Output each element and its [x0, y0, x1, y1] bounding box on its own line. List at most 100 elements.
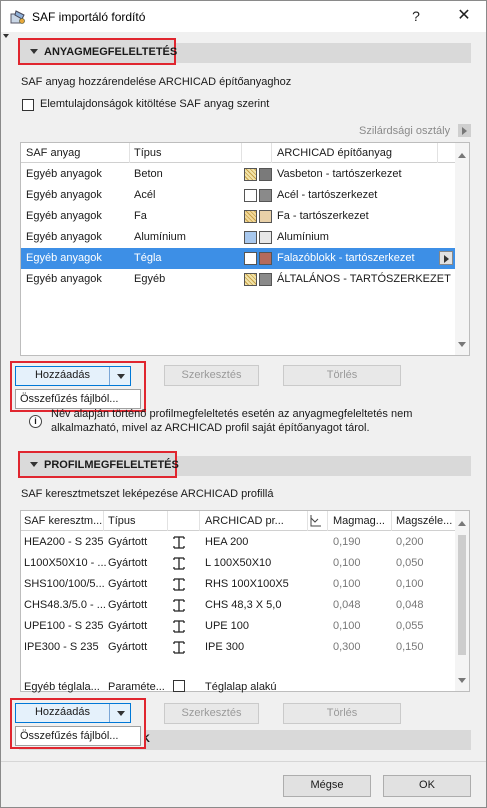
help-button[interactable]: ?: [405, 5, 427, 27]
table-row[interactable]: CHS48.3/5.0 - ... Gyártott CHS 48,3 X 5,0 0…: [21, 595, 455, 616]
material-color-swatch: [259, 189, 272, 202]
archicad-profile-cell: CHS 48,3 X 5,0: [205, 599, 282, 611]
strength-class-arrow-icon[interactable]: [458, 124, 471, 137]
material-pattern-swatch: [244, 210, 257, 223]
ok-button[interactable]: OK: [383, 775, 471, 797]
col-archicad-profile[interactable]: ARCHICAD pr...: [205, 515, 284, 527]
profile-delete-button[interactable]: Törlés: [283, 703, 401, 724]
profile-shape-checkbox[interactable]: [173, 680, 185, 692]
table-row[interactable]: Egyéb anyagok Acél Acél - tartószerkezet: [21, 185, 455, 206]
table-row[interactable]: UPE100 - S 235 Gyártott UPE 100 0,100 0,055: [21, 616, 455, 637]
type-cell: Gyártott: [108, 599, 148, 611]
width-cell: 0,055: [396, 620, 424, 632]
col-saf-section[interactable]: SAF keresztm...: [24, 515, 102, 527]
scroll-down-arrow-icon[interactable]: [458, 342, 466, 347]
info-text-line-2: alkalmazható, mivel az ARCHICAD profil s…: [51, 422, 370, 434]
info-icon: i: [29, 415, 42, 428]
type-cell: Gyártott: [108, 536, 148, 548]
profile-edit-button[interactable]: Szerkesztés: [164, 703, 259, 724]
height-cell: 0,300: [333, 641, 361, 653]
scroll-thumb[interactable]: [458, 535, 466, 655]
corner-marker: [3, 34, 9, 38]
archicad-material-cell: Fa - tartószerkezet: [277, 210, 369, 222]
table-row[interactable]: Egyéb anyagok Alumínium Alumínium: [21, 227, 455, 248]
archicad-material-cell: Acél - tartószerkezet: [277, 189, 378, 201]
material-merge-from-file-item[interactable]: Összefűzés fájlból...: [15, 389, 141, 409]
material-delete-button[interactable]: Törlés: [283, 365, 401, 386]
profile-add-button[interactable]: Hozzáadás: [15, 703, 131, 723]
scroll-up-arrow-icon[interactable]: [458, 153, 466, 158]
height-cell: 0,100: [333, 620, 361, 632]
fill-properties-checkbox[interactable]: [22, 99, 34, 111]
material-add-dropdown-arrow-icon[interactable]: [111, 367, 131, 385]
material-color-swatch: [259, 273, 272, 286]
table-row[interactable]: SHS100/100/5... Gyártott RHS 100X100X5 0,10…: [21, 574, 455, 595]
profile-shape-icon: [173, 536, 185, 549]
profile-section-header[interactable]: PROFILMEGFELELTETÉS: [18, 451, 179, 478]
material-color-swatch: [259, 252, 272, 265]
type-cell: Paraméte...: [108, 681, 165, 693]
archicad-profile-cell: L 100X50X10: [205, 557, 272, 569]
material-pattern-swatch: [244, 252, 257, 265]
table-row[interactable]: IPE300 - S 235 Gyártott IPE 300 0,300 0,150: [21, 637, 455, 658]
archicad-profile-cell: UPE 100: [205, 620, 250, 632]
table-row[interactable]: Egyéb téglala... Paraméte... Téglalap al…: [21, 677, 455, 698]
profile-add-group: Hozzáadás Összefűzés fájlból...: [10, 698, 146, 749]
col-width[interactable]: Magszéle...: [396, 515, 452, 527]
material-table-header: SAF anyag Típus ARCHICAD építőanyag: [21, 143, 455, 163]
saf-section-cell: SHS100/100/5...: [24, 578, 105, 590]
scroll-up-arrow-icon[interactable]: [458, 521, 466, 526]
profile-shape-column-icon[interactable]: [310, 514, 322, 527]
table-row[interactable]: Egyéb anyagok Fa Fa - tartószerkezet: [21, 206, 455, 227]
archicad-profile-cell: IPE 300: [205, 641, 245, 653]
archicad-profile-cell: RHS 100X100X5: [205, 578, 289, 590]
height-cell: 0,100: [333, 557, 361, 569]
profile-add-label[interactable]: Hozzáadás: [16, 704, 110, 722]
profile-table: SAF keresztm... Típus ARCHICAD pr... Mag…: [20, 510, 470, 693]
cancel-button[interactable]: Mégse: [283, 775, 371, 797]
width-cell: 0,050: [396, 557, 424, 569]
material-description: SAF anyag hozzárendelése ARCHICAD építőa…: [21, 76, 292, 88]
close-button[interactable]: ✕: [451, 5, 477, 27]
col-type[interactable]: Típus: [134, 147, 162, 159]
table-row[interactable]: Egyéb anyagok Egyéb ÁLTALÁNOS - TARTÓSZERK…: [21, 269, 455, 290]
profile-merge-from-file-item[interactable]: Összefűzés fájlból...: [15, 726, 141, 746]
type-cell: Gyártott: [108, 641, 148, 653]
saf-material-cell: Egyéb anyagok: [26, 210, 102, 222]
profile-description: SAF keresztmetszet leképezése ARCHICAD p…: [21, 488, 274, 500]
table-row[interactable]: Egyéb anyagok Tégla Falazóblokk - tartósze…: [21, 248, 455, 269]
title-bar: SAF importáló fordító ? ✕: [1, 1, 486, 32]
material-table-scrollbar[interactable]: [455, 143, 469, 355]
col-height[interactable]: Magmag...: [333, 515, 385, 527]
material-picker-button[interactable]: [439, 251, 453, 265]
saf-section-cell: L100X50X10 - ...: [24, 557, 107, 569]
strength-class-label: Szilárdsági osztály: [359, 125, 451, 137]
scroll-down-arrow-icon[interactable]: [458, 678, 466, 683]
material-add-group: Hozzáadás Összefűzés fájlból...: [10, 361, 146, 412]
archicad-material-cell: ÁLTALÁNOS - TARTÓSZERKEZET: [277, 273, 451, 285]
material-color-swatch: [259, 168, 272, 181]
info-text-line-1: Név alapján történő profilmegfeleltetés …: [51, 408, 413, 420]
profile-add-dropdown-arrow-icon[interactable]: [111, 704, 131, 722]
table-row[interactable]: L100X50X10 - ... Gyártott L 100X50X10 0,100…: [21, 553, 455, 574]
profile-shape-icon: [173, 620, 185, 633]
material-edit-button[interactable]: Szerkesztés: [164, 365, 259, 386]
saf-material-cell: Egyéb anyagok: [26, 273, 102, 285]
material-add-label[interactable]: Hozzáadás: [16, 367, 110, 385]
col-archicad-material[interactable]: ARCHICAD építőanyag: [277, 147, 392, 159]
col-profile-type[interactable]: Típus: [108, 515, 136, 527]
material-section-header[interactable]: ANYAGMEGFELELTETÉS: [18, 38, 177, 65]
table-row[interactable]: Egyéb anyagok Beton Vasbeton - tartószerke…: [21, 164, 455, 185]
width-cell: 0,200: [396, 536, 424, 548]
col-saf-material[interactable]: SAF anyag: [26, 147, 80, 159]
type-cell: Fa: [134, 210, 147, 222]
table-row[interactable]: HEA200 - S 235 Gyártott HEA 200 0,190 0,200: [21, 532, 455, 553]
profile-table-scrollbar[interactable]: [455, 511, 469, 691]
archicad-material-cell: Vasbeton - tartószerkezet: [277, 168, 402, 180]
profile-section-title: PROFILMEGFELELTETÉS: [44, 458, 179, 471]
material-color-swatch: [259, 210, 272, 223]
type-cell: Egyéb: [134, 273, 166, 285]
width-cell: 0,048: [396, 599, 424, 611]
material-add-button[interactable]: Hozzáadás: [15, 366, 131, 386]
saf-material-cell: Egyéb anyagok: [26, 231, 102, 243]
